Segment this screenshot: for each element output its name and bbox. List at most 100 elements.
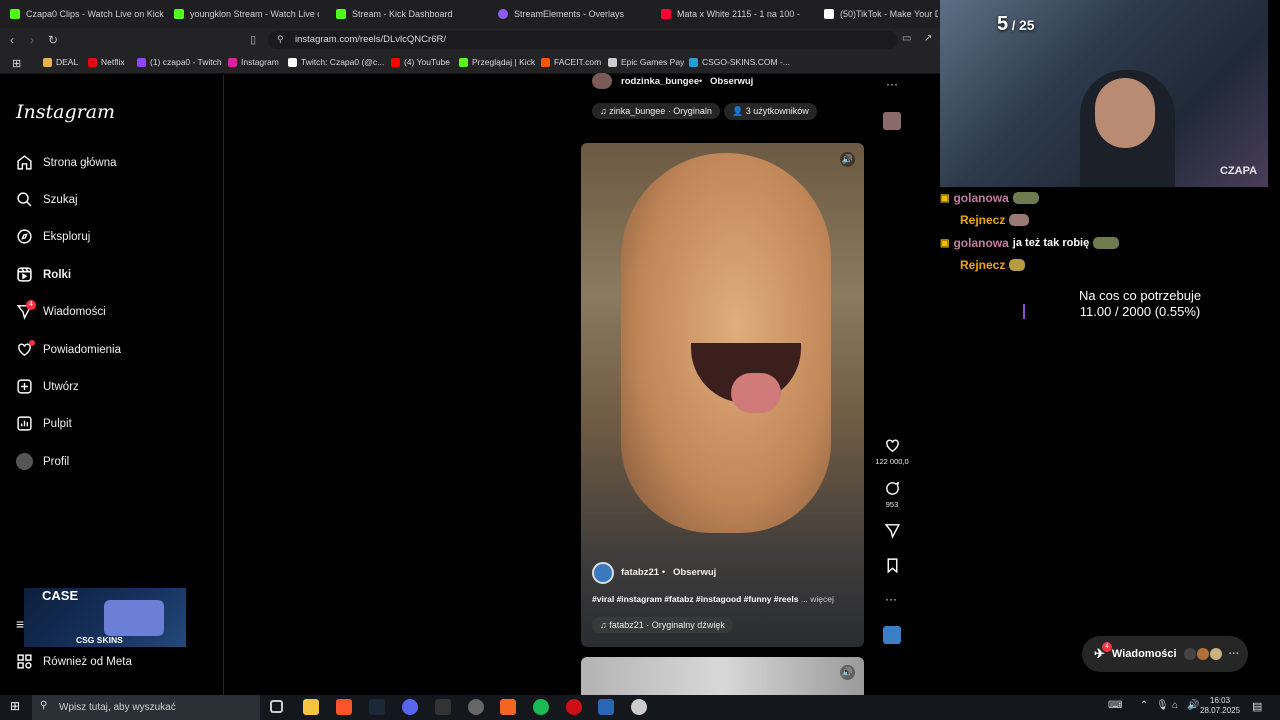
chat-message: ▣ golanowa (940, 191, 1039, 205)
sidebar-item-profile[interactable]: Profil (16, 453, 69, 470)
address-bar[interactable]: instagram.com/reels/DLvlcQNCr6R/ (268, 31, 898, 49)
bookmark[interactable]: Netflix (88, 57, 125, 67)
audio-thumbnail[interactable] (883, 112, 901, 130)
comment-button[interactable]: 953 (873, 480, 911, 509)
sidebar-item-explore[interactable]: Eksploruj (16, 228, 90, 245)
bookmark[interactable]: Epic Games Pay (608, 57, 684, 67)
bookmark[interactable]: (1) czapa0 - Twitch (137, 57, 222, 67)
emote-icon (1009, 259, 1026, 271)
volume-icon[interactable]: 🔊 (840, 665, 855, 680)
follow-button[interactable]: Obserwuj (710, 76, 753, 87)
steam-icon[interactable] (369, 699, 385, 715)
browser-tab[interactable]: Stream - Kick Dashboard (336, 4, 481, 24)
sidebar-item-home[interactable]: Strona główna (16, 154, 117, 171)
audio-pill[interactable]: ♫ fatabz21 · Oryginalny dźwięk (592, 617, 733, 633)
opera-icon[interactable] (566, 699, 582, 715)
users-label: 3 użytkowników (745, 106, 809, 116)
site-info-icon[interactable]: ⚲ (277, 34, 284, 45)
share-button[interactable] (883, 522, 901, 542)
bookmark-label: Netflix (101, 57, 125, 67)
apps-grid-icon[interactable]: ⊞ (12, 57, 21, 70)
browser-tab[interactable]: Mata x White 2115 - 1 na 100 - (661, 4, 806, 24)
sidebar-item-meta[interactable]: Również od Meta (16, 653, 132, 670)
kick-icon (459, 57, 468, 67)
more-options-icon[interactable]: ··· (886, 77, 898, 91)
share-icon[interactable]: ↗ (924, 33, 932, 44)
save-button[interactable] (883, 557, 901, 577)
tab-label: Mata x White 2115 - 1 na 100 - (677, 9, 800, 19)
bookmark[interactable]: Instagram (228, 57, 279, 67)
windows-start-icon[interactable]: ⊞ (10, 699, 20, 713)
sidebar-item-label: Pulpit (43, 417, 72, 430)
username[interactable]: fatabz21 (621, 567, 659, 578)
bookmark[interactable]: (4) YouTube (391, 57, 450, 67)
bookmark[interactable]: DEAL (43, 57, 78, 67)
bookmark-label: Przeglądaj | Kick (472, 57, 536, 67)
volume-icon[interactable]: 🔊 (1187, 700, 1199, 711)
emote-icon (1009, 214, 1030, 226)
instagram-logo[interactable]: Instagram (16, 101, 115, 123)
chat-username: Rejnecz (960, 213, 1006, 227)
taskbar-search[interactable]: Wpisz tutaj, aby wyszukać (32, 695, 260, 720)
bookmark[interactable]: Twitch: Czapa0 (@c... (288, 57, 384, 67)
bookmark[interactable]: Przeglądaj | Kick (459, 57, 535, 67)
browser-tab[interactable]: (50)TikTok - Make Your Day (824, 4, 938, 24)
task-view-icon[interactable] (270, 700, 283, 713)
bookmark[interactable]: CSGO-SKINS.COM -... (689, 57, 790, 67)
brave-icon[interactable] (336, 699, 352, 715)
goal-progress-text: 11.00 / 2000 (0.55%) (1079, 304, 1201, 319)
app-icon[interactable] (500, 699, 516, 715)
tiktok-icon (824, 9, 834, 19)
obs-icon[interactable] (468, 699, 484, 715)
cast-icon[interactable]: ▭ (902, 33, 911, 44)
sidebar-item-label: Rolki (43, 268, 72, 281)
app-icon[interactable] (598, 699, 614, 715)
music-icon: ♫ (600, 620, 610, 630)
next-reel-video[interactable]: 🔊 (581, 657, 864, 695)
bookmark[interactable]: FACEIT.com (541, 57, 601, 67)
discord-icon[interactable] (402, 699, 418, 715)
sidebar-item-reels[interactable]: Rolki (16, 266, 71, 283)
follow-button[interactable]: Obserwuj (673, 567, 716, 578)
chat-message: ▣ golanowa ja też tak robię (940, 236, 1120, 250)
compass-icon (17, 229, 32, 244)
sidebar-item-label: Utwórz (43, 380, 79, 393)
epic-games-icon[interactable] (435, 699, 451, 715)
file-explorer-icon[interactable] (303, 699, 319, 715)
more-link[interactable]: ... więcej (801, 594, 834, 604)
volume-icon[interactable]: 🔊 (840, 152, 855, 167)
audio-thumbnail[interactable] (883, 626, 901, 644)
browser-tab[interactable]: StreamElements - Overlays (498, 4, 643, 24)
spotify-icon[interactable] (533, 699, 549, 715)
taskbar-clock[interactable]: 16:03 28.07.2025 (1200, 696, 1240, 716)
avatar[interactable] (592, 73, 612, 89)
kick-icon (336, 9, 346, 19)
sidebar-item-create[interactable]: Utwórz (16, 378, 79, 395)
sidebar-item-label: Wiadomości (43, 305, 106, 318)
browser-tab[interactable]: Czapa0 Clips - Watch Live on Kick (10, 4, 165, 24)
menu-icon[interactable]: ≡ (16, 616, 24, 632)
sidebar-item-dashboard[interactable]: Pulpit (16, 415, 72, 432)
browser-tab[interactable]: youngklon Stream - Watch Live on K (174, 4, 319, 24)
tray-chevron-icon[interactable]: ⌃ (1140, 700, 1148, 711)
microphone-icon[interactable]: 🎙 (1156, 700, 1169, 711)
sidebar-item-search[interactable]: Szukaj (16, 191, 78, 208)
globe-icon (608, 57, 617, 67)
network-icon[interactable]: ⌂ (1172, 700, 1178, 711)
audio-pill[interactable]: ♫ zinka_bungee · Oryginaln (592, 103, 720, 119)
users-pill[interactable]: 👤 3 użytkowników (724, 103, 817, 120)
reload-icon[interactable]: ↻ (48, 33, 58, 47)
username[interactable]: rodzinka_bungee (621, 76, 699, 87)
avatar[interactable] (592, 562, 614, 584)
keyboard-icon[interactable]: ⌨ (1108, 700, 1122, 711)
forward-icon[interactable]: › (30, 33, 34, 47)
audio-label: fatabz21 · Oryginalny dźwięk (609, 620, 725, 630)
csgo-skins-icon (689, 57, 698, 67)
app-icon[interactable] (631, 699, 647, 715)
back-icon[interactable]: ‹ (10, 33, 14, 47)
like-button[interactable]: 122 000,0 (873, 437, 911, 466)
notifications-icon[interactable]: ▤ (1252, 700, 1262, 713)
csgo-skins-promo[interactable]: CASE CSG SKINS (24, 588, 186, 647)
more-options-icon[interactable]: ··· (885, 592, 897, 606)
bookmark-icon[interactable]: ▯ (250, 33, 256, 46)
